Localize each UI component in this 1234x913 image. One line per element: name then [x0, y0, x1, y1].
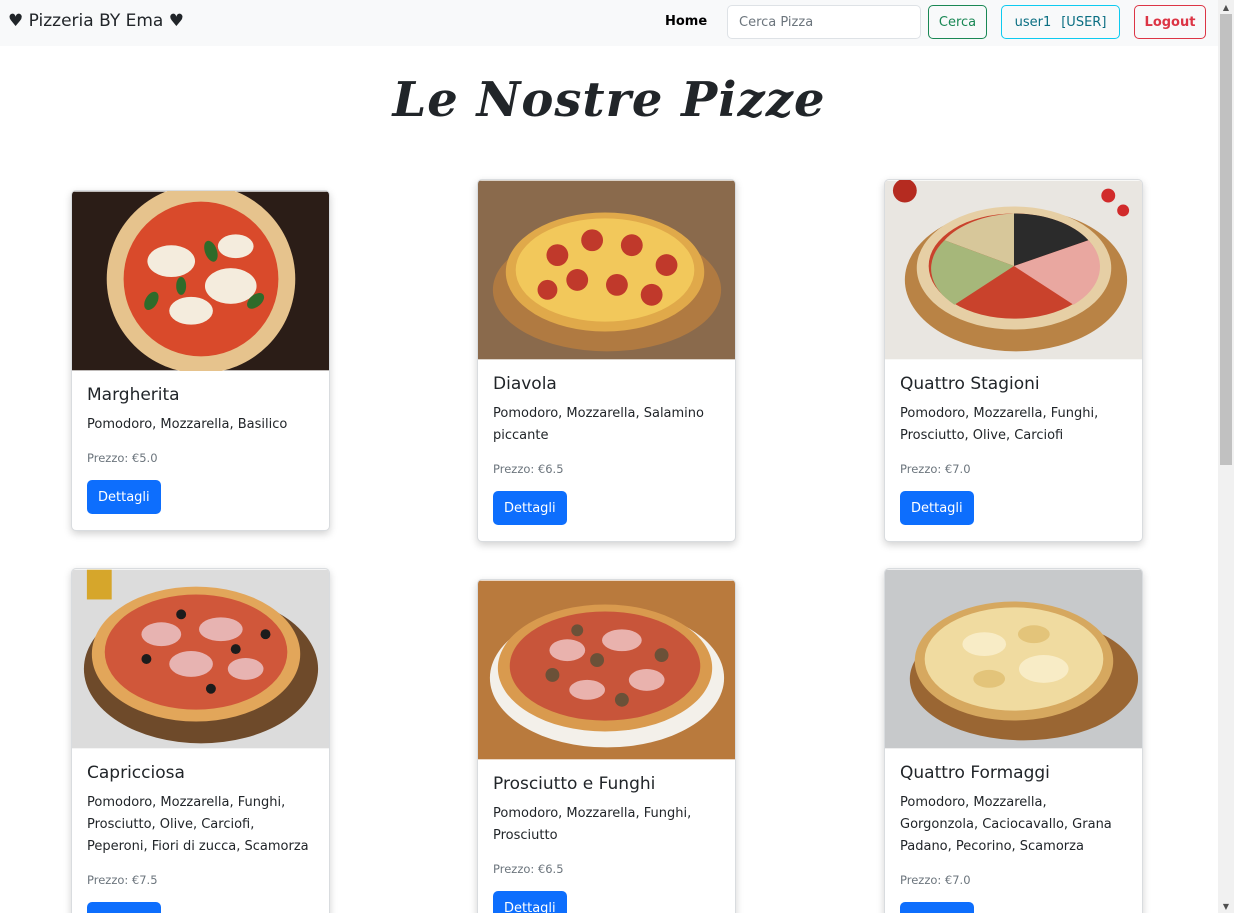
pizza-image	[885, 569, 1142, 749]
pizza-price: Prezzo: €7.0	[900, 462, 971, 476]
user-role: [USER]	[1061, 14, 1107, 30]
pizza-image	[478, 580, 735, 760]
card-body: Quattro Stagioni Pomodoro, Mozzarella, F…	[885, 360, 1142, 541]
details-button[interactable]: Dettagli	[900, 491, 974, 525]
brand-link[interactable]: ♥ Pizzeria BY Ema ♥	[8, 11, 184, 31]
pizza-name: Quattro Stagioni	[900, 374, 1040, 394]
user-name: user1	[1014, 14, 1052, 30]
card-body: Prosciutto e Funghi Pomodoro, Mozzarella…	[478, 760, 735, 913]
card-body: Diavola Pomodoro, Mozzarella, Salamino p…	[478, 360, 735, 541]
pizza-name: Diavola	[493, 374, 557, 394]
pizza-name: Prosciutto e Funghi	[493, 774, 656, 794]
pizza-image	[885, 180, 1142, 360]
pizza-name: Margherita	[87, 385, 180, 405]
user-button[interactable]: user1 [USER]	[1001, 5, 1120, 39]
page-title: Le Nostre Pizze	[392, 72, 826, 128]
pizza-ingredients: Pomodoro, Mozzarella, Basilico	[87, 417, 288, 432]
scroll-up-arrow-icon[interactable]: ▲	[1218, 0, 1234, 14]
pizza-card-margherita: Margherita Pomodoro, Mozzarella, Basilic…	[71, 190, 330, 531]
card-body: Quattro Formaggi Pomodoro, Mozzarella, G…	[885, 749, 1142, 913]
pizza-ingredients: Pomodoro, Mozzarella, Funghi, Prosciutto…	[900, 406, 1099, 443]
pizza-card-quattro-stagioni: Quattro Stagioni Pomodoro, Mozzarella, F…	[884, 179, 1143, 542]
card-body: Capricciosa Pomodoro, Mozzarella, Funghi…	[72, 749, 329, 913]
pizza-price: Prezzo: €5.0	[87, 451, 158, 465]
nav-home-link[interactable]: Home	[665, 14, 707, 29]
pizza-image	[72, 569, 329, 749]
search-button[interactable]: Cerca	[928, 5, 987, 39]
pizza-card-capricciosa: Capricciosa Pomodoro, Mozzarella, Funghi…	[71, 568, 330, 913]
pizza-price: Prezzo: €7.0	[900, 873, 971, 887]
pizza-ingredients: Pomodoro, Mozzarella, Gorgonzola, Cacioc…	[900, 795, 1112, 854]
pizza-name: Capricciosa	[87, 763, 185, 783]
page: ♥ Pizzeria BY Ema ♥ Home Cerca user1 [US…	[0, 0, 1234, 913]
search-input[interactable]	[727, 5, 921, 39]
pizza-price: Prezzo: €6.5	[493, 462, 564, 476]
pizza-card-quattro-formaggi: Quattro Formaggi Pomodoro, Mozzarella, G…	[884, 568, 1143, 913]
details-button[interactable]: Dettagli	[87, 902, 161, 913]
pizza-ingredients: Pomodoro, Mozzarella, Salamino piccante	[493, 406, 704, 443]
pizza-card-prosciutto-e-funghi: Prosciutto e Funghi Pomodoro, Mozzarella…	[477, 579, 736, 913]
pizza-price: Prezzo: €7.5	[87, 873, 158, 887]
pizza-ingredients: Pomodoro, Mozzarella, Funghi, Prosciutto	[493, 806, 692, 843]
scrollbar-thumb[interactable]	[1220, 14, 1232, 465]
scroll-down-arrow-icon[interactable]: ▼	[1218, 899, 1234, 913]
pizza-ingredients: Pomodoro, Mozzarella, Funghi, Prosciutto…	[87, 795, 309, 854]
details-button[interactable]: Dettagli	[493, 491, 567, 525]
details-button[interactable]: Dettagli	[900, 902, 974, 913]
pizza-image	[72, 191, 329, 371]
card-body: Margherita Pomodoro, Mozzarella, Basilic…	[72, 371, 329, 530]
details-button[interactable]: Dettagli	[87, 480, 161, 514]
pizza-price: Prezzo: €6.5	[493, 862, 564, 876]
scrollbar[interactable]: ▲ ▼	[1218, 0, 1234, 913]
logout-button[interactable]: Logout	[1134, 5, 1206, 39]
details-button[interactable]: Dettagli	[493, 891, 567, 913]
pizza-image	[478, 180, 735, 360]
navbar: ♥ Pizzeria BY Ema ♥ Home Cerca user1 [US…	[0, 0, 1218, 46]
pizza-name: Quattro Formaggi	[900, 763, 1050, 783]
pizza-card-diavola: Diavola Pomodoro, Mozzarella, Salamino p…	[477, 179, 736, 542]
